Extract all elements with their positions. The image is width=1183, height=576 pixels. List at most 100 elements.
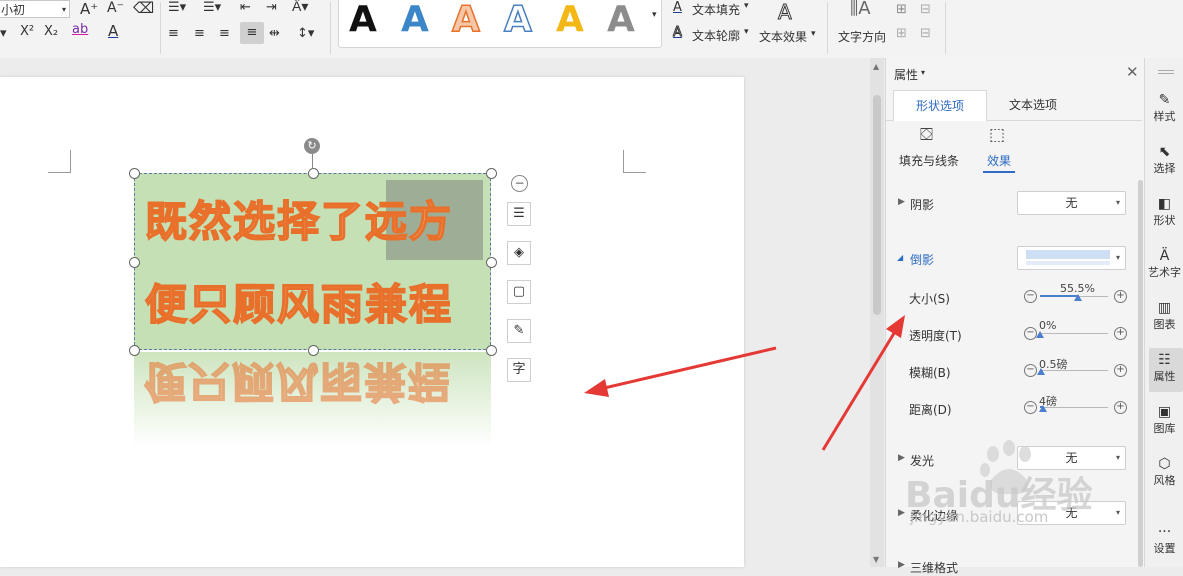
wordart-style-blue[interactable]: A [401,0,429,40]
reflection-preset-select[interactable]: ▾ [1017,246,1126,270]
shrink-font-icon[interactable]: A⁻ [107,0,124,16]
align-left-icon[interactable]: ≡ [168,26,179,41]
text-direction-button[interactable]: 文字方向 [838,28,886,45]
three-d-format-label[interactable]: 三维格式 [910,559,958,576]
textbox-prev-icon[interactable]: ⊞ [896,26,907,41]
shadow-label[interactable]: 阴影 [910,196,934,213]
drag-grip-icon[interactable] [1158,70,1174,74]
distribute-icon[interactable]: ⇹ [269,26,280,41]
sidebar-item-style[interactable]: ✎ 样式 [1146,92,1183,124]
align-center-icon[interactable]: ≡ [194,26,205,41]
wordart-style-black[interactable]: A [349,0,377,40]
resize-handle-n[interactable] [308,168,319,179]
chevron-down-icon[interactable]: ▾ [744,27,749,37]
expand-arrow-icon[interactable]: ▶ [898,508,905,518]
wordart-line-2[interactable]: 便只顾风雨兼程 [144,271,453,332]
numbered-list-icon[interactable]: ☰▾ [203,0,221,15]
line-spacing-icon[interactable]: ↕▾ [297,26,314,41]
wordart-style-blue-outline[interactable]: A [503,0,532,41]
sidebar-item-gallery[interactable]: ▣ 图库 [1146,404,1183,436]
tab-text-options[interactable]: 文本选项 [987,90,1079,120]
scroll-down-icon[interactable]: ▼ [873,555,879,564]
shadow-select[interactable]: 无 ▾ [1017,191,1126,215]
text-style-icon[interactable]: 字 [507,358,531,382]
chevron-down-icon[interactable]: ▾ [744,1,749,11]
size-increase-button[interactable]: + [1114,290,1127,303]
resize-handle-sw[interactable] [129,345,140,356]
text-effect-icon[interactable]: A [778,0,793,25]
layout-options-icon[interactable]: ☰ [507,202,531,226]
effects-icon[interactable]: ⬚ [989,125,1005,145]
distance-increase-button[interactable]: + [1114,401,1127,414]
gallery-expand-icon[interactable]: ▾ [652,10,657,20]
expand-arrow-icon[interactable]: ▶ [898,453,905,463]
sidebar-item-theme[interactable]: ⬡ 风格 [1146,456,1183,488]
size-slider-thumb[interactable] [1073,294,1082,301]
rotate-handle-icon[interactable]: ↻ [304,138,320,154]
bullet-list-icon[interactable]: ☰▾ [168,0,186,15]
font-color-icon[interactable]: A [108,22,118,40]
transparency-increase-button[interactable]: + [1114,327,1127,340]
text-direction-icon[interactable]: ⫼A [850,0,871,19]
change-case-icon[interactable]: Aͣ▾ [292,0,308,15]
chevron-down-icon[interactable]: ▾ [921,68,925,77]
expand-arrow-icon[interactable]: ▶ [898,197,905,207]
resize-handle-w[interactable] [129,257,140,268]
text-outline-icon[interactable]: A [673,25,683,41]
wordart-line-1[interactable]: 既然选择了远方 [144,188,453,249]
scroll-up-icon[interactable]: ▲ [873,62,879,71]
distance-decrease-button[interactable]: − [1024,401,1037,414]
scrollbar-thumb[interactable] [873,95,881,315]
sidebar-item-properties[interactable]: ☷ 属性 [1146,352,1183,384]
textbox-link-icon[interactable]: ⊞ [896,2,907,17]
sidebar-item-settings[interactable]: ··· 设置 [1146,524,1183,556]
resize-handle-ne[interactable] [486,168,497,179]
collapse-icon[interactable]: − [511,175,528,192]
sidebar-item-wordart[interactable]: Ä 艺术字 [1146,248,1183,280]
superscript-button[interactable]: X² [20,24,34,39]
wordart-style-gray[interactable]: A [607,0,635,40]
subtab-fill-line[interactable]: 填充与线条 [899,152,959,169]
textbox-next-icon[interactable]: ⊟ [920,26,931,41]
wordart-textbox[interactable]: 既然选择了远方 便只顾风雨兼程 [134,173,491,350]
grow-font-icon[interactable]: A⁺ [80,0,98,18]
close-icon[interactable]: ✕ [1126,63,1139,81]
chevron-down-icon[interactable]: ▾ [811,29,816,39]
resize-handle-se[interactable] [486,345,497,356]
expand-arrow-icon[interactable]: ▶ [898,560,905,570]
wordart-style-orange-outline[interactable]: A [451,0,480,41]
increase-indent-icon[interactable]: ⇥ [266,0,277,15]
highlight-color-icon[interactable]: ab [72,22,88,37]
text-outline-button[interactable]: 文本轮廓 [692,27,740,44]
collapse-arrow-icon[interactable]: ◢ [897,253,903,262]
format-painter-icon[interactable]: ✎ [507,319,531,343]
sidebar-item-select[interactable]: ⬉ 选择 [1146,144,1183,176]
tab-shape-options[interactable]: 形状选项 [893,90,987,121]
justify-icon[interactable]: ≡ [240,22,264,44]
text-fill-icon[interactable]: A [673,0,682,15]
subtab-effects[interactable]: 效果 [987,152,1011,169]
resize-handle-e[interactable] [486,257,497,268]
resize-handle-nw[interactable] [129,168,140,179]
text-fill-button[interactable]: 文本填充 [692,1,740,18]
transparency-slider-thumb[interactable] [1036,331,1044,338]
decrease-indent-icon[interactable]: ⇤ [240,0,251,15]
wordart-style-gold[interactable]: A [556,0,584,40]
eraser-icon[interactable]: ⌫ [133,0,154,17]
font-size-select[interactable]: 小初 ▾ [0,0,70,18]
size-decrease-button[interactable]: − [1024,290,1037,303]
sidebar-item-shape[interactable]: ◧ 形状 [1146,196,1183,228]
blur-increase-button[interactable]: + [1114,364,1127,377]
fill-bucket-icon[interactable]: ⛋ [920,125,933,145]
textbox-unlink-icon[interactable]: ⊟ [920,2,931,17]
text-effect-button[interactable]: 文本效果 [759,28,807,45]
sidebar-item-chart[interactable]: ▥ 图表 [1146,300,1183,332]
subscript-button[interactable]: X₂ [44,24,58,39]
shape-fill-icon[interactable]: ◈ [507,241,531,265]
panel-title[interactable]: 属性 [894,66,918,83]
reflection-label[interactable]: 倒影 [910,251,934,268]
blur-decrease-button[interactable]: − [1024,364,1037,377]
transparency-slider-track[interactable] [1040,333,1108,334]
align-right-icon[interactable]: ≡ [219,26,230,41]
more-format-icon[interactable]: ▾ [0,26,7,41]
